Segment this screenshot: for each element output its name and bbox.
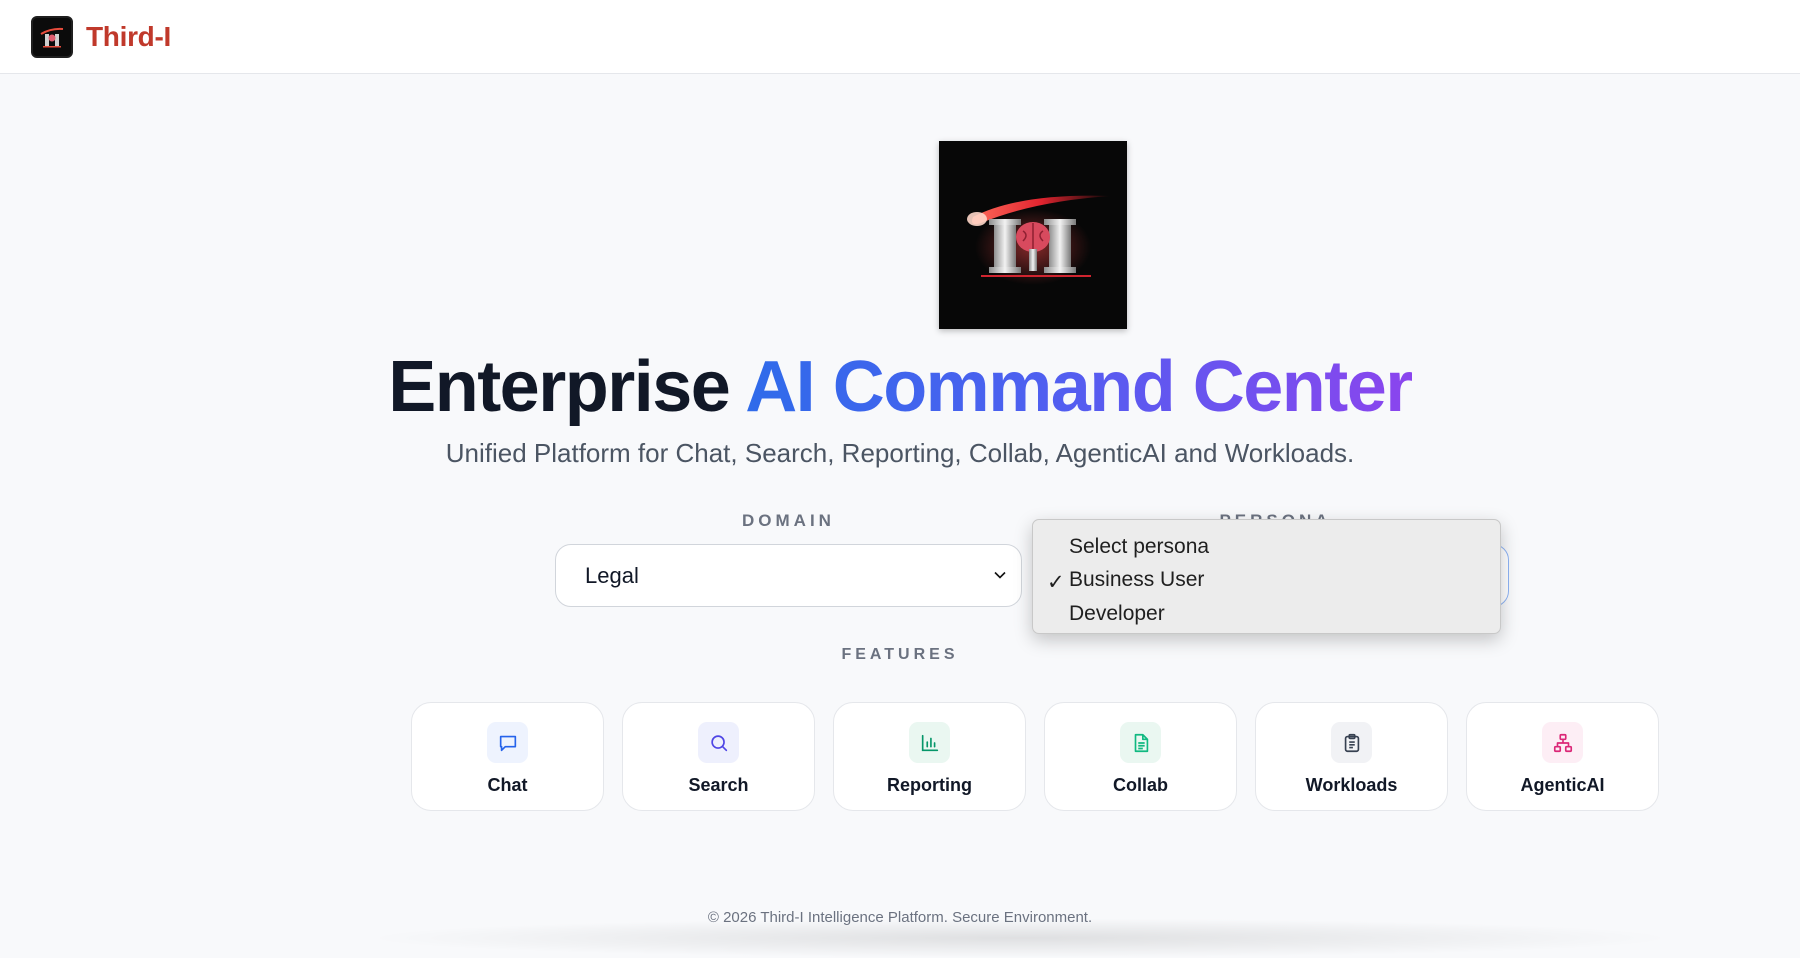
document-icon [1120, 722, 1161, 763]
hero-logo [939, 141, 1127, 329]
feature-card-search[interactable]: Search [622, 702, 815, 811]
feature-label: Reporting [887, 775, 972, 795]
bar-chart-icon [909, 722, 950, 763]
third-i-brain-logo-icon [967, 195, 1111, 285]
persona-option-select[interactable]: Select persona [1033, 530, 1500, 564]
feature-card-agenticai[interactable]: AgenticAI [1466, 702, 1659, 811]
title-gradient-part: AI Command Center [745, 347, 1413, 427]
domain-select[interactable]: Legal [555, 544, 1022, 607]
footer-text: © 2026 Third-I Intelligence Platform. Se… [707, 909, 1093, 926]
magnifier-icon [698, 722, 739, 763]
feature-label: Workloads [1305, 775, 1398, 795]
features-label: FEATURES [841, 646, 959, 663]
feature-label: AgenticAI [1520, 775, 1605, 795]
feature-card-workloads[interactable]: Workloads [1255, 702, 1448, 811]
feature-card-collab[interactable]: Collab [1044, 702, 1237, 811]
persona-option-developer[interactable]: Developer [1033, 597, 1500, 631]
persona-dropdown-menu: Select persona ✓ Business User Developer [1032, 519, 1501, 634]
brand-name[interactable]: Third-I [86, 21, 171, 53]
feature-label: Chat [487, 775, 528, 795]
feature-label: Search [688, 775, 749, 795]
chat-bubble-icon [487, 722, 528, 763]
top-bar: Third-I [0, 0, 1800, 74]
chevron-down-icon [994, 571, 1006, 579]
third-i-logo-icon[interactable] [31, 15, 73, 58]
clipboard-icon [1331, 722, 1372, 763]
feature-label: Collab [1112, 775, 1168, 795]
persona-option-business-user[interactable]: ✓ Business User [1033, 564, 1500, 598]
checkmark-icon: ✓ [1047, 570, 1065, 594]
page-title: Enterprise AI Command Center [0, 346, 1800, 428]
page-subtitle: Unified Platform for Chat, Search, Repor… [445, 438, 1355, 468]
feature-card-reporting[interactable]: Reporting [833, 702, 1026, 811]
feature-card-chat[interactable]: Chat [411, 702, 604, 811]
network-icon [1542, 722, 1583, 763]
title-dark-part: Enterprise [388, 347, 731, 427]
feature-cards: Chat Search Reporting Collab Workloads A… [411, 702, 1659, 811]
domain-label: DOMAIN [742, 511, 835, 530]
domain-value: Legal [585, 562, 639, 588]
